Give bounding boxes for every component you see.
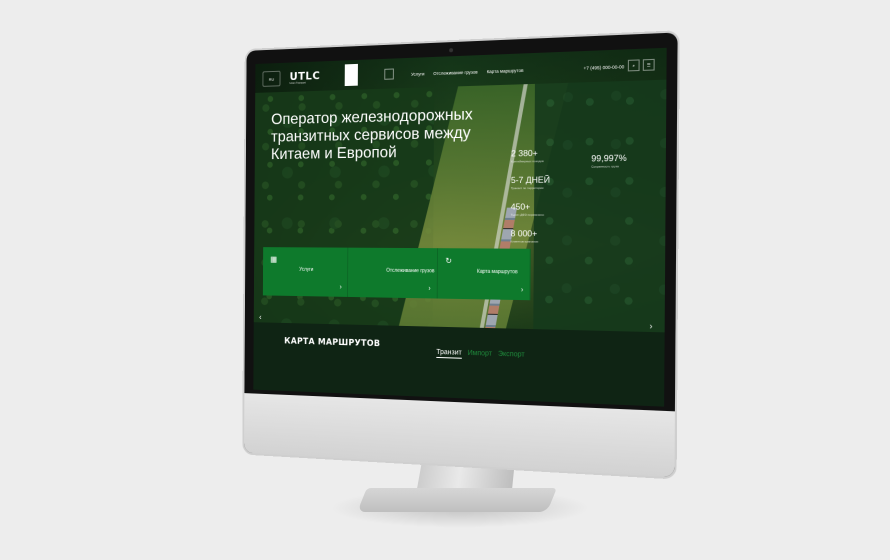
hero-title: Оператор железнодорожных транзитных серв…: [270, 106, 473, 164]
user-icon[interactable]: ☰: [642, 58, 655, 71]
language-button[interactable]: RU: [262, 70, 281, 87]
card-label: Карта маршрутов: [476, 268, 518, 276]
chevron-right-icon: ›: [428, 285, 431, 293]
menu-icon[interactable]: [384, 68, 394, 80]
card-label: Отслеживание грузов: [386, 267, 435, 275]
stat-teu: 450+ Тысяч ДФЭ перевезено: [510, 201, 545, 217]
search-icon[interactable]: ⌕: [627, 59, 640, 72]
stat-clients: 8 000+ Клиентов компании: [510, 228, 539, 244]
nav-item-route-map[interactable]: Карта маршрутов: [487, 68, 524, 74]
stat-trains: 2 380+ Контейнерных поездов: [511, 147, 544, 164]
nav-item-tracking[interactable]: Отслеживание грузов: [433, 69, 478, 76]
stat-transit-days: 5-7 ДНЕЙ Транзит по территории: [510, 174, 551, 191]
refresh-icon: ↻: [445, 256, 453, 266]
nav-item-services[interactable]: Услуги: [411, 71, 424, 76]
card-label: Услуги: [299, 266, 314, 273]
logo-subtitle: Union Transport: [289, 81, 306, 85]
grid-icon: ▦: [270, 254, 278, 264]
service-cards: ▦ Услуги › Отслеживание грузов › ↻ Карта…: [262, 247, 531, 301]
chevron-right-icon: ›: [520, 286, 524, 294]
tab-export[interactable]: Экспорт: [498, 351, 525, 361]
chevron-right-icon: ›: [339, 283, 342, 291]
card-route-map[interactable]: ↻ Карта маршрутов ›: [437, 248, 531, 301]
forest-right: [532, 79, 667, 356]
monitor-stand-base: [357, 488, 557, 512]
route-tabs: Транзит Импорт Экспорт: [436, 348, 525, 361]
website-screen: RU UTLC Union Transport Услуги Отслежива…: [253, 47, 667, 407]
card-tracking[interactable]: Отслеживание грузов ›: [348, 247, 438, 299]
monitor: RU UTLC Union Transport Услуги Отслежива…: [244, 32, 678, 478]
card-services[interactable]: ▦ Услуги ›: [262, 247, 349, 297]
tab-transit[interactable]: Транзит: [436, 348, 462, 359]
tab-import[interactable]: Импорт: [468, 350, 492, 360]
stat-safety: 99,997% Сохранность груза: [591, 152, 627, 169]
route-map-title: КАРТА МАРШРУТОВ: [284, 336, 381, 350]
phone-number[interactable]: +7 (495) 000-00-00: [584, 64, 625, 71]
main-nav: Услуги Отслеживание грузов Карта маршрут…: [411, 68, 523, 77]
prev-slide-icon[interactable]: ‹: [259, 313, 261, 322]
partner-badge: [344, 63, 358, 87]
next-slide-icon[interactable]: ›: [650, 321, 653, 331]
